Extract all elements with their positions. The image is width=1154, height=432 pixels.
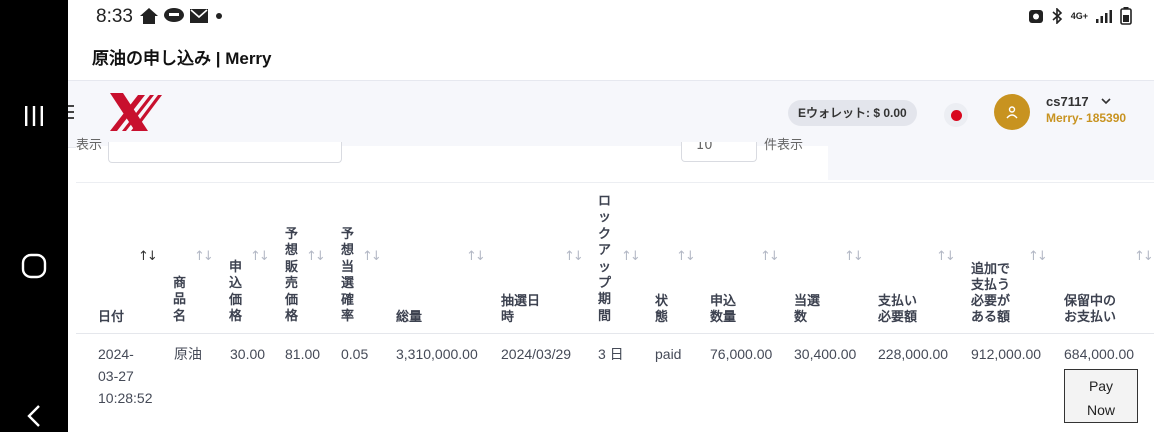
col-header-date[interactable]: 日付 (98, 309, 124, 325)
cell-expected-price: 81.00 (285, 346, 321, 362)
col-header-pay-required[interactable]: 支払い 必要額 (878, 293, 917, 325)
sort-icon-additional[interactable]: ↑↓ (1028, 249, 1048, 264)
cell-total: 3,310,000.00 (396, 346, 478, 362)
sort-icon-pending[interactable]: ↑↓ (1134, 249, 1154, 264)
cell-pending: 684,000.00 (1064, 346, 1135, 362)
sort-icon-win-rate[interactable]: ↑↓ (362, 249, 382, 264)
header-divider (76, 333, 1154, 334)
sort-icon-pay-required[interactable]: ↑↓ (936, 249, 956, 264)
network-type: 4G+ (1070, 11, 1088, 21)
recent-apps-icon[interactable] (0, 100, 68, 132)
notification-icons (140, 8, 224, 24)
cell-status: paid (655, 346, 682, 362)
language-flag-icon[interactable] (944, 103, 968, 127)
col-header-draw-date[interactable]: 抽選日 時 (501, 293, 540, 325)
app-screen: 8:33 4G+ 原油の申し込み | Merry Eウォレット: $ 0.00 (68, 0, 1154, 432)
applications-table: ↑↓ ↑↓ ↑↓ ↑↓ ↑↓ ↑↓ ↑↓ ↑↓ ↑↓ ↑↓ ↑↓ ↑↓ ↑↓ ↑… (76, 182, 1154, 432)
sort-icon-lockup[interactable]: ↑↓ (621, 249, 641, 264)
sort-icon-expected-price[interactable]: ↑↓ (306, 249, 326, 264)
pay-now-button[interactable]: Pay Now (1064, 369, 1138, 423)
cell-apply-price: 30.00 (230, 346, 266, 362)
col-header-product[interactable]: 商品名 (173, 275, 187, 324)
cell-additional: 912,000.00 (971, 346, 1042, 362)
bluetooth-icon (1052, 8, 1062, 24)
table-filter-row: 表示 10 件表示 (76, 138, 830, 182)
mail-icon (190, 9, 208, 23)
col-header-additional[interactable]: 追加で 支払う 必要が ある額 (971, 261, 1010, 325)
show-label: 表示 (76, 138, 103, 153)
sort-icon-draw-date[interactable]: ↑↓ (564, 249, 584, 264)
cell-apply-qty: 76,000.00 (710, 346, 773, 362)
col-header-apply-qty[interactable]: 申込 数量 (710, 293, 736, 325)
status-bar: 8:33 4G+ (68, 0, 1154, 34)
col-header-win-rate[interactable]: 予想当選確率 (341, 226, 355, 324)
cell-draw-date: 2024/03/29 (501, 346, 572, 362)
col-header-total[interactable]: 総量 (396, 309, 422, 325)
brand-logo[interactable] (108, 91, 164, 133)
sort-icon-apply-qty[interactable]: ↑↓ (760, 249, 780, 264)
sort-icon-apply-price[interactable]: ↑↓ (250, 249, 270, 264)
system-icons: 4G+ (1028, 7, 1132, 25)
menu-icon[interactable] (68, 101, 74, 123)
battery-icon (1120, 7, 1132, 25)
camera-privacy-icon (1028, 10, 1043, 23)
per-page-label: 件表示 (764, 138, 804, 153)
col-header-expected-price[interactable]: 予想販売価格 (285, 226, 299, 324)
cell-lockup: 3 日 (598, 346, 624, 362)
dot-icon (216, 13, 222, 19)
col-header-apply-price[interactable]: 申込価格 (229, 259, 243, 325)
sort-icon-win-count[interactable]: ↑↓ (844, 249, 864, 264)
sort-icon-status[interactable]: ↑↓ (676, 249, 696, 264)
search-input[interactable] (108, 142, 342, 163)
app-header: Eウォレット: $ 0.00 cs7117 Merry- 185390 (68, 80, 1154, 148)
side-panel (828, 146, 1154, 180)
android-nav-bar (0, 0, 68, 432)
cell-win-count: 30,400.00 (794, 346, 857, 362)
cell-date: 2024- 03-27 10:28:52 (98, 346, 153, 406)
col-header-pending[interactable]: 保留中の お支払い (1064, 293, 1116, 325)
back-icon[interactable] (0, 400, 68, 432)
sort-icon-date[interactable]: ↑↓ (138, 249, 158, 264)
per-page-select[interactable]: 10 (681, 142, 757, 162)
sort-icon-total[interactable]: ↑↓ (466, 249, 486, 264)
cell-pay-required: 228,000.00 (878, 346, 949, 362)
signal-icon (1096, 10, 1112, 23)
col-header-lockup[interactable]: ロックアップ期間 (598, 193, 612, 324)
e-wallet-balance[interactable]: Eウォレット: $ 0.00 (788, 100, 917, 126)
home-notification-icon (140, 8, 158, 24)
cell-win-rate: 0.05 (341, 346, 369, 362)
line-app-icon (164, 8, 184, 22)
col-header-win-count[interactable]: 当選 数 (794, 293, 820, 325)
user-name[interactable]: cs7117 (1046, 94, 1089, 109)
user-avatar-icon[interactable] (994, 94, 1030, 130)
sort-icon-product[interactable]: ↑↓ (194, 249, 214, 264)
chevron-down-icon[interactable] (1100, 96, 1112, 106)
col-header-status[interactable]: 状態 (655, 293, 669, 326)
home-icon[interactable] (0, 250, 68, 282)
page-title: 原油の申し込み | Merry (92, 49, 272, 68)
status-time: 8:33 (96, 6, 133, 27)
cell-product: 原油 (174, 346, 202, 362)
user-account-id: Merry- 185390 (1046, 111, 1127, 125)
